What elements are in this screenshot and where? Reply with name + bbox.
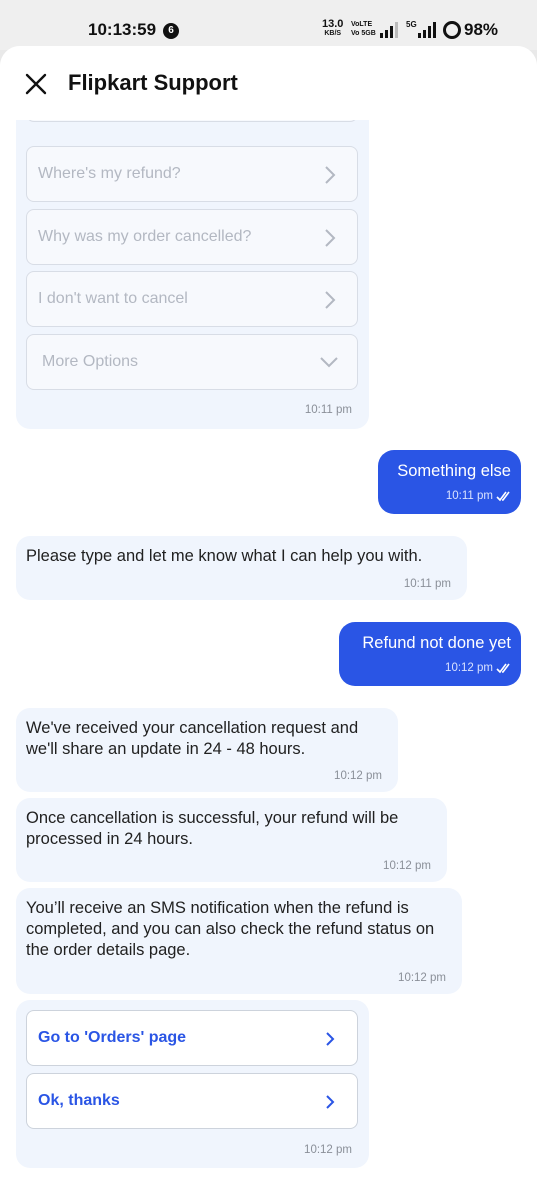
status-bar: 10:13:59 6 13.0 KB/S VoLTE Vo 5GB 5G 98% <box>0 0 537 50</box>
volte-indicator: VoLTE Vo 5GB <box>351 20 376 38</box>
double-check-icon <box>496 491 510 502</box>
option-item-hidden[interactable] <box>26 120 358 122</box>
chat-thread[interactable]: Where's my refund? Why was my order canc… <box>0 120 537 1200</box>
action-label: Ok, thanks <box>38 1092 120 1109</box>
bot-message: You’ll receive an SMS notification when … <box>16 888 462 994</box>
network-speed-unit: KB/S <box>324 30 342 37</box>
message-text: Something else <box>397 462 511 480</box>
message-time: 10:12 pm <box>398 972 446 984</box>
options-card: Where's my refund? Why was my order canc… <box>16 120 369 429</box>
option-label: Where's my refund? <box>38 165 181 182</box>
close-icon <box>25 73 47 95</box>
option-label: I don't want to cancel <box>38 290 188 307</box>
signal-strength-icon <box>380 22 402 38</box>
volte-label-2: Vo 5GB <box>351 30 376 37</box>
message-text: Please type and let me know what I can h… <box>26 547 423 565</box>
ok-thanks-button[interactable]: Ok, thanks <box>26 1073 358 1129</box>
bot-message: Please type and let me know what I can h… <box>16 536 467 600</box>
option-why-cancelled[interactable]: Why was my order cancelled? <box>26 209 358 265</box>
notification-count-badge: 6 <box>163 23 179 39</box>
double-check-icon <box>496 663 510 674</box>
user-message: Something else 10:11 pm <box>378 450 521 514</box>
chevron-right-icon <box>325 166 336 184</box>
chevron-right-icon <box>326 1095 335 1109</box>
signal-strength-5g-icon <box>418 22 440 38</box>
network-5g-label: 5G <box>406 20 417 29</box>
message-time: 10:12 pm <box>445 662 493 674</box>
message-time: 10:12 pm <box>304 1144 352 1156</box>
volte-label-1: VoLTE <box>351 21 373 28</box>
quick-actions-card: Go to 'Orders' page Ok, thanks 10:12 pm <box>16 1000 369 1168</box>
message-text: Refund not done yet <box>362 634 511 652</box>
user-message: Refund not done yet 10:12 pm <box>339 622 521 686</box>
message-text: We've received your cancellation request… <box>26 719 359 758</box>
chevron-right-icon <box>326 1032 335 1046</box>
message-text: You’ll receive an SMS notification when … <box>26 899 435 959</box>
support-sheet: Flipkart Support Where's my refund? Why … <box>0 46 537 1200</box>
page-title: Flipkart Support <box>68 70 238 95</box>
network-speed: 13.0 KB/S <box>322 19 343 38</box>
battery-icon <box>443 21 461 39</box>
message-time: 10:12 pm <box>334 770 382 782</box>
chevron-down-icon <box>320 357 338 368</box>
go-to-orders-button[interactable]: Go to 'Orders' page <box>26 1010 358 1066</box>
close-button[interactable] <box>22 70 50 98</box>
message-time: 10:12 pm <box>383 860 431 872</box>
option-wheres-my-refund[interactable]: Where's my refund? <box>26 146 358 202</box>
message-time: 10:11 pm <box>304 404 352 416</box>
option-dont-want-cancel[interactable]: I don't want to cancel <box>26 271 358 327</box>
message-text: Once cancellation is successful, your re… <box>26 809 399 848</box>
action-label: Go to 'Orders' page <box>38 1029 187 1046</box>
message-time: 10:11 pm <box>445 490 493 502</box>
more-options-button[interactable]: More Options <box>26 334 358 390</box>
chevron-right-icon <box>325 229 336 247</box>
status-time: 10:13:59 <box>88 20 157 39</box>
bot-message: We've received your cancellation request… <box>16 708 398 792</box>
bot-message: Once cancellation is successful, your re… <box>16 798 447 882</box>
header: Flipkart Support <box>0 46 537 120</box>
chevron-right-icon <box>325 291 336 309</box>
more-options-label: More Options <box>42 353 139 370</box>
option-label: Why was my order cancelled? <box>38 228 252 245</box>
battery-percentage: 98% <box>464 20 499 39</box>
message-time: 10:11 pm <box>403 578 451 590</box>
